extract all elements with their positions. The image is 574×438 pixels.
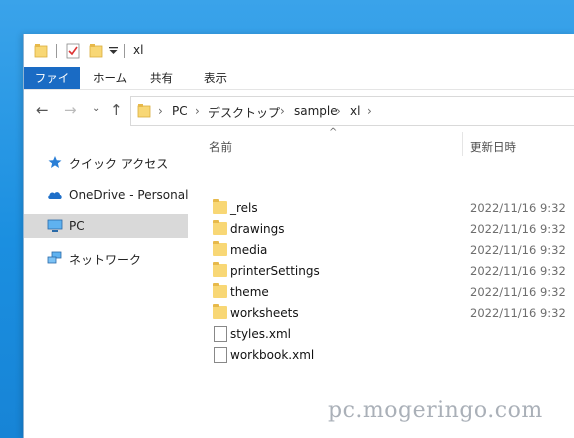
- list-item[interactable]: styles.xml: [210, 324, 570, 345]
- sidebar-item-label: OneDrive - Personal: [69, 188, 189, 202]
- network-icon: [47, 251, 62, 264]
- list-item[interactable]: worksheets 2022/11/16 9:32: [210, 303, 570, 324]
- file-name: theme: [230, 285, 269, 299]
- file-name: drawings: [230, 222, 285, 236]
- list-item[interactable]: printerSettings 2022/11/16 9:32: [210, 261, 570, 282]
- star-icon: [48, 156, 62, 168]
- folder-icon: [213, 283, 227, 298]
- folder-icon: [34, 44, 48, 58]
- folder-icon: [213, 304, 227, 319]
- folder-icon: [213, 241, 227, 256]
- ribbon-tabs: ファイル ホーム 共有 表示: [24, 67, 574, 107]
- column-header-modified[interactable]: 更新日時: [470, 139, 516, 155]
- watermark-text: pc.mogeringo.com: [328, 398, 543, 423]
- new-folder-icon[interactable]: [89, 43, 103, 59]
- document-icon: [214, 347, 227, 363]
- file-name: _rels: [230, 201, 258, 215]
- document-icon: [214, 326, 227, 342]
- file-name: media: [230, 243, 268, 257]
- file-list: ^ 名前 更新日時 _rels 2022/11/16 9:32 drawings…: [188, 127, 574, 438]
- file-modified: 2022/11/16 9:32: [470, 201, 566, 215]
- file-modified: 2022/11/16 9:32: [470, 285, 566, 299]
- title-bar: xl: [24, 34, 574, 67]
- navigation-bar: ← → ⌄ ↑ › PC › デスクトップ › sample › xl ›: [24, 90, 574, 130]
- list-item[interactable]: _rels 2022/11/16 9:32: [210, 198, 570, 219]
- breadcrumb-pc[interactable]: PC: [172, 104, 188, 118]
- sort-ascending-icon: ^: [329, 127, 338, 138]
- file-name: workbook.xml: [230, 348, 315, 362]
- list-item[interactable]: theme 2022/11/16 9:32: [210, 282, 570, 303]
- chevron-right-icon[interactable]: ›: [336, 104, 341, 118]
- tab-file[interactable]: ファイル: [24, 67, 80, 107]
- file-modified: 2022/11/16 9:32: [470, 222, 566, 236]
- column-divider[interactable]: [462, 132, 463, 156]
- sidebar-item-label: クイック アクセス: [69, 157, 169, 171]
- chevron-right-icon[interactable]: ›: [367, 104, 372, 118]
- chevron-right-icon[interactable]: ›: [280, 104, 285, 118]
- list-item[interactable]: media 2022/11/16 9:32: [210, 240, 570, 261]
- file-name: printerSettings: [230, 264, 320, 278]
- tab-view[interactable]: 表示: [194, 67, 237, 89]
- folder-icon: [137, 104, 151, 118]
- chevron-right-icon[interactable]: ›: [195, 104, 200, 118]
- file-modified: 2022/11/16 9:32: [470, 306, 566, 320]
- chevron-right-icon[interactable]: ›: [158, 104, 163, 118]
- up-arrow-icon[interactable]: ↑: [110, 101, 123, 119]
- address-bar[interactable]: › PC › デスクトップ › sample › xl ›: [130, 96, 574, 126]
- sidebar-item-label: ネットワーク: [69, 253, 142, 267]
- back-arrow-icon[interactable]: ←: [36, 101, 49, 119]
- tab-home[interactable]: ホーム: [83, 67, 137, 89]
- sidebar-item-label: PC: [69, 219, 85, 233]
- sidebar-item-onedrive[interactable]: OneDrive - Personal: [24, 183, 188, 207]
- file-explorer-window: xl ファイル ホーム 共有 表示 ← → ⌄ ↑ › PC › デスクトップ …: [23, 34, 574, 438]
- separator: [124, 44, 125, 58]
- folder-icon: [213, 262, 227, 277]
- tab-share[interactable]: 共有: [140, 67, 183, 89]
- list-item[interactable]: workbook.xml: [210, 345, 570, 366]
- breadcrumb-xl[interactable]: xl: [350, 104, 360, 118]
- file-modified: 2022/11/16 9:32: [470, 243, 566, 257]
- recent-locations-icon[interactable]: ⌄: [92, 103, 100, 114]
- sidebar-item-pc[interactable]: PC: [24, 214, 188, 238]
- navigation-pane: クイック アクセス OneDrive - Personal PC ネットワーク: [24, 130, 188, 438]
- forward-arrow-icon[interactable]: →: [64, 101, 77, 119]
- separator: [56, 44, 57, 58]
- monitor-icon: [47, 219, 63, 232]
- column-header-name[interactable]: 名前: [209, 139, 232, 155]
- properties-icon[interactable]: [66, 43, 80, 59]
- file-modified: 2022/11/16 9:32: [470, 264, 566, 278]
- breadcrumb-desktop[interactable]: デスクトップ: [208, 104, 280, 121]
- file-name: styles.xml: [230, 327, 291, 341]
- cloud-icon: [48, 192, 62, 199]
- breadcrumb-sample[interactable]: sample: [294, 104, 338, 118]
- file-name: worksheets: [230, 306, 299, 320]
- folder-icon: [213, 199, 227, 214]
- folder-icon: [213, 220, 227, 235]
- list-item[interactable]: drawings 2022/11/16 9:32: [210, 219, 570, 240]
- customize-toolbar-icon[interactable]: [109, 47, 118, 55]
- window-title: xl: [133, 43, 144, 57]
- sidebar-item-quick-access[interactable]: クイック アクセス: [24, 150, 188, 174]
- sidebar-item-network[interactable]: ネットワーク: [24, 246, 188, 270]
